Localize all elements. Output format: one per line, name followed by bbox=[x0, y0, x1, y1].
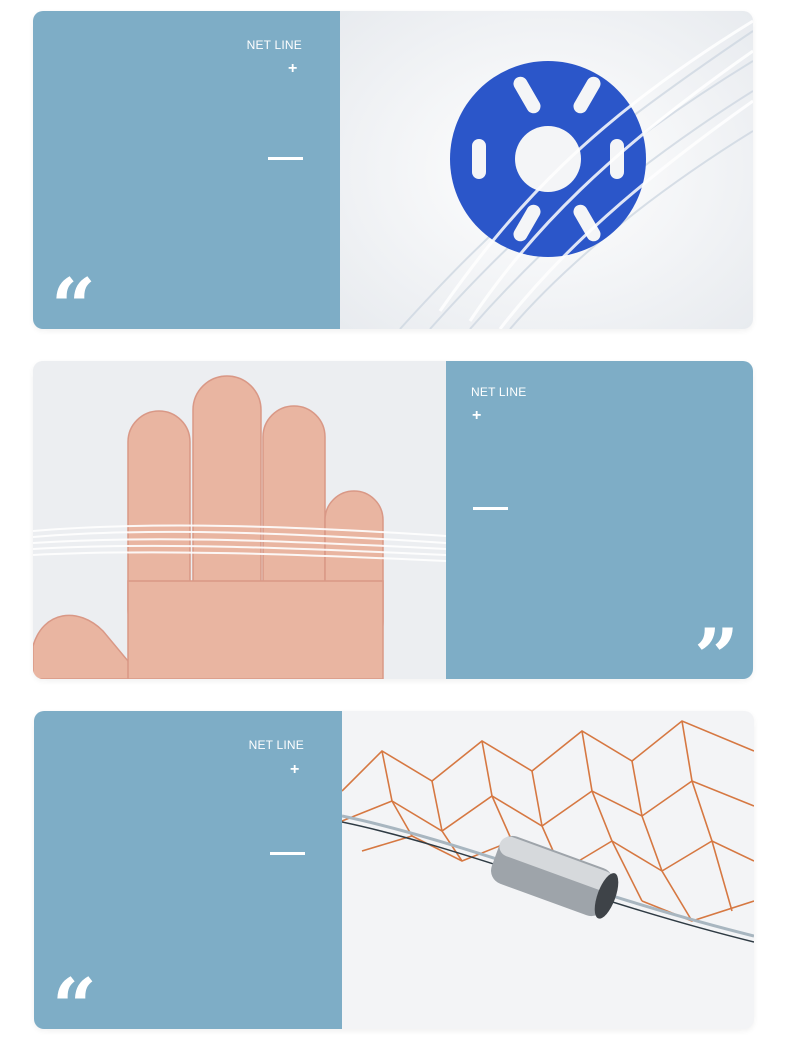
text-panel: NET LINE + “ bbox=[33, 11, 340, 329]
section-label: NET LINE bbox=[471, 385, 527, 399]
dash-divider bbox=[270, 852, 305, 855]
section-label: NET LINE bbox=[246, 38, 302, 52]
section-label: NET LINE bbox=[248, 738, 304, 752]
product-card-hand: NET LINE + ” bbox=[33, 361, 753, 679]
net-image bbox=[342, 711, 754, 1029]
text-panel: NET LINE + “ bbox=[34, 711, 342, 1029]
dash-divider bbox=[268, 157, 303, 160]
quote-mark-icon: ” bbox=[694, 612, 739, 680]
dash-divider bbox=[473, 507, 508, 510]
spool-image bbox=[340, 11, 753, 329]
plus-icon: + bbox=[288, 60, 298, 77]
quote-mark-icon: “ bbox=[52, 962, 97, 1030]
plus-icon: + bbox=[472, 407, 482, 424]
hand-image bbox=[33, 361, 446, 679]
plus-icon: + bbox=[290, 761, 300, 778]
product-card-net: NET LINE + “ bbox=[34, 711, 754, 1029]
spool-illustration bbox=[340, 11, 753, 329]
quote-mark-icon: “ bbox=[51, 262, 96, 330]
text-panel: NET LINE + ” bbox=[446, 361, 753, 679]
product-card-spool: NET LINE + “ bbox=[33, 11, 753, 329]
hand-illustration bbox=[33, 361, 446, 679]
net-illustration bbox=[342, 711, 754, 1029]
